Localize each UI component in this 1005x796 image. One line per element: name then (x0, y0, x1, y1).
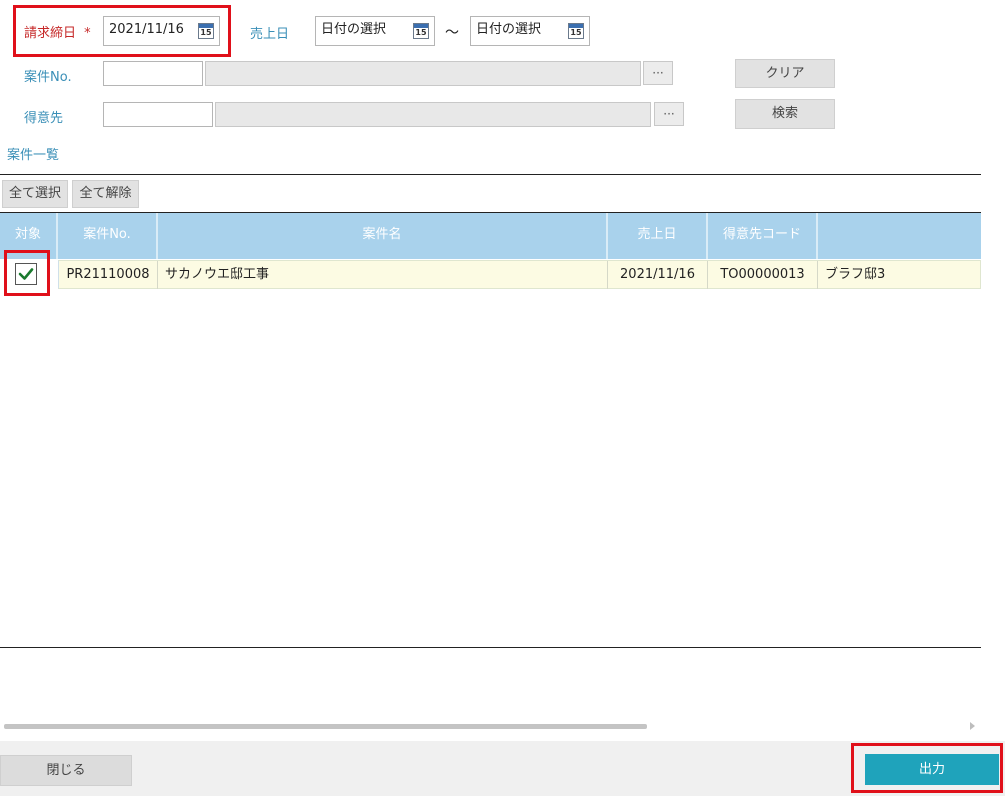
cell-project-no: PR21110008 (59, 261, 158, 289)
deselect-all-button[interactable]: 全て解除 (72, 180, 139, 208)
cell-customer-code: TO00000013 (708, 261, 818, 289)
search-button[interactable]: 検索 (735, 99, 835, 129)
project-no-input[interactable] (103, 61, 203, 86)
cell-customer-name: ブラフ邸3 (825, 267, 886, 282)
sales-date-label: 売上日 (250, 27, 290, 42)
project-lookup-button[interactable]: ··· (643, 61, 673, 85)
cell-project-name: サカノウエ邸工事 (158, 261, 608, 289)
project-no-label: 案件No. (24, 70, 72, 85)
select-all-button[interactable]: 全て選択 (2, 180, 68, 208)
billing-cutoff-date-input[interactable]: 2021/11/16 15 (103, 16, 220, 46)
column-header-project-no[interactable]: 案件No. (58, 213, 158, 259)
divider (0, 647, 981, 648)
column-header-customer-name[interactable] (818, 213, 981, 259)
project-name-display (205, 61, 641, 86)
billing-cutoff-label: 請求締日 * (24, 22, 91, 41)
calendar-icon[interactable]: 15 (413, 23, 429, 39)
sales-date-to-input[interactable]: 日付の選択 15 (470, 16, 590, 46)
sales-date-from-placeholder: 日付の選択 (321, 22, 387, 37)
billing-cutoff-date-value: 2021/11/16 (109, 22, 184, 37)
close-button[interactable]: 閉じる (0, 755, 132, 786)
column-header-sales-date[interactable]: 売上日 (608, 213, 708, 259)
customer-label: 得意先 (24, 111, 64, 126)
cell-sales-date: 2021/11/16 (608, 261, 708, 289)
divider (0, 174, 981, 175)
list-title: 案件一覧 (7, 148, 60, 163)
column-header-customer-code[interactable]: 得意先コード (708, 213, 818, 259)
checkmark-icon (18, 268, 34, 280)
column-header-project-name[interactable]: 案件名 (158, 213, 608, 259)
horizontal-scrollbar[interactable] (4, 724, 647, 729)
customer-lookup-button[interactable]: ··· (654, 102, 684, 126)
scroll-right-arrow-icon[interactable] (970, 722, 975, 730)
table-row[interactable]: PR21110008 サカノウエ邸工事 2021/11/16 TO0000001… (58, 260, 981, 289)
row-checkbox[interactable] (15, 263, 37, 285)
calendar-icon[interactable]: 15 (568, 23, 584, 39)
required-mark: * (84, 26, 91, 41)
sales-date-to-placeholder: 日付の選択 (476, 22, 542, 37)
clear-button[interactable]: クリア (735, 59, 835, 88)
table-header: 対象 案件No. 案件名 売上日 得意先コード (0, 213, 981, 259)
customer-name-display (215, 102, 651, 127)
billing-cutoff-label-text: 請求締日 (24, 26, 77, 41)
calendar-icon[interactable]: 15 (198, 23, 214, 39)
date-range-separator: 〜 (445, 25, 459, 41)
output-button[interactable]: 出力 (865, 754, 999, 785)
customer-code-input[interactable] (103, 102, 213, 127)
sales-date-from-input[interactable]: 日付の選択 15 (315, 16, 435, 46)
